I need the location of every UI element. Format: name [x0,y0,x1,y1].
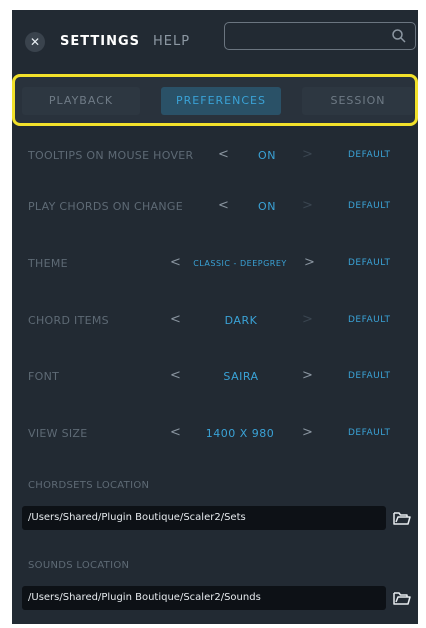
default-button[interactable]: DEFAULT [348,150,390,160]
default-button[interactable]: DEFAULT [348,258,390,268]
chordsets-path-field[interactable]: /Users/Shared/Plugin Boutique/Scaler2/Se… [22,506,386,530]
next-arrow-button[interactable]: > [302,147,313,162]
next-arrow-button[interactable]: > [302,425,313,440]
setting-value: ON [258,200,276,213]
next-arrow-button[interactable]: > [302,312,313,327]
setting-row-theme: THEME < CLASSIC - DEEPGREY > DEFAULT [12,250,418,280]
default-button[interactable]: DEFAULT [348,315,390,325]
setting-value: DARK [224,314,258,327]
setting-label: VIEW SIZE [28,427,88,440]
next-arrow-button[interactable]: > [302,198,313,213]
prev-arrow-button[interactable]: < [218,147,229,162]
prev-arrow-button[interactable]: < [218,198,229,213]
setting-value: CLASSIC - DEEPGREY [193,259,287,268]
chordsets-location-label: CHORDSETS LOCATION [28,480,150,491]
tab-help[interactable]: HELP [153,34,190,49]
search-input[interactable] [224,22,416,50]
setting-label: PLAY CHORDS ON CHANGE [28,200,183,213]
folder-icon[interactable] [392,589,412,607]
close-button[interactable]: ✕ [25,32,45,52]
subtab-preferences[interactable]: PREFERENCES [161,87,281,115]
header-bar: ✕ SETTINGS HELP [12,10,418,68]
setting-label: THEME [28,257,68,270]
default-button[interactable]: DEFAULT [348,371,390,381]
tab-settings[interactable]: SETTINGS [60,34,140,49]
setting-row-play-chords: PLAY CHORDS ON CHANGE < ON > DEFAULT [12,193,418,223]
search-icon [392,29,406,43]
setting-label: CHORD ITEMS [28,314,109,327]
default-button[interactable]: DEFAULT [348,201,390,211]
setting-value: 1400 X 980 [205,427,275,440]
setting-label: FONT [28,370,60,383]
subtab-session[interactable]: SESSION [302,87,414,115]
subtab-bar: PLAYBACK PREFERENCES SESSION [12,74,418,126]
setting-row-font: FONT < SAIRA > DEFAULT [12,363,418,393]
sounds-location-label: SOUNDS LOCATION [28,560,130,571]
prev-arrow-button[interactable]: < [170,312,181,327]
setting-value: SAIRA [223,370,259,383]
prev-arrow-button[interactable]: < [170,425,181,440]
sounds-path-field[interactable]: /Users/Shared/Plugin Boutique/Scaler2/So… [22,586,386,610]
prev-arrow-button[interactable]: < [170,368,181,383]
setting-label: TOOLTIPS ON MOUSE HOVER [28,149,194,162]
setting-row-view-size: VIEW SIZE < 1400 X 980 > DEFAULT [12,420,418,450]
subtab-playback[interactable]: PLAYBACK [22,87,140,115]
settings-panel: ✕ SETTINGS HELP PLAYBACK PREFERENCES SES… [12,10,418,624]
close-icon: ✕ [29,35,41,49]
next-arrow-button[interactable]: > [304,255,315,270]
setting-value: ON [258,149,276,162]
setting-row-chord-items: CHORD ITEMS < DARK > DEFAULT [12,307,418,337]
default-button[interactable]: DEFAULT [348,428,390,438]
setting-row-tooltips: TOOLTIPS ON MOUSE HOVER < ON > DEFAULT [12,142,418,172]
folder-icon[interactable] [392,509,412,527]
next-arrow-button[interactable]: > [302,368,313,383]
